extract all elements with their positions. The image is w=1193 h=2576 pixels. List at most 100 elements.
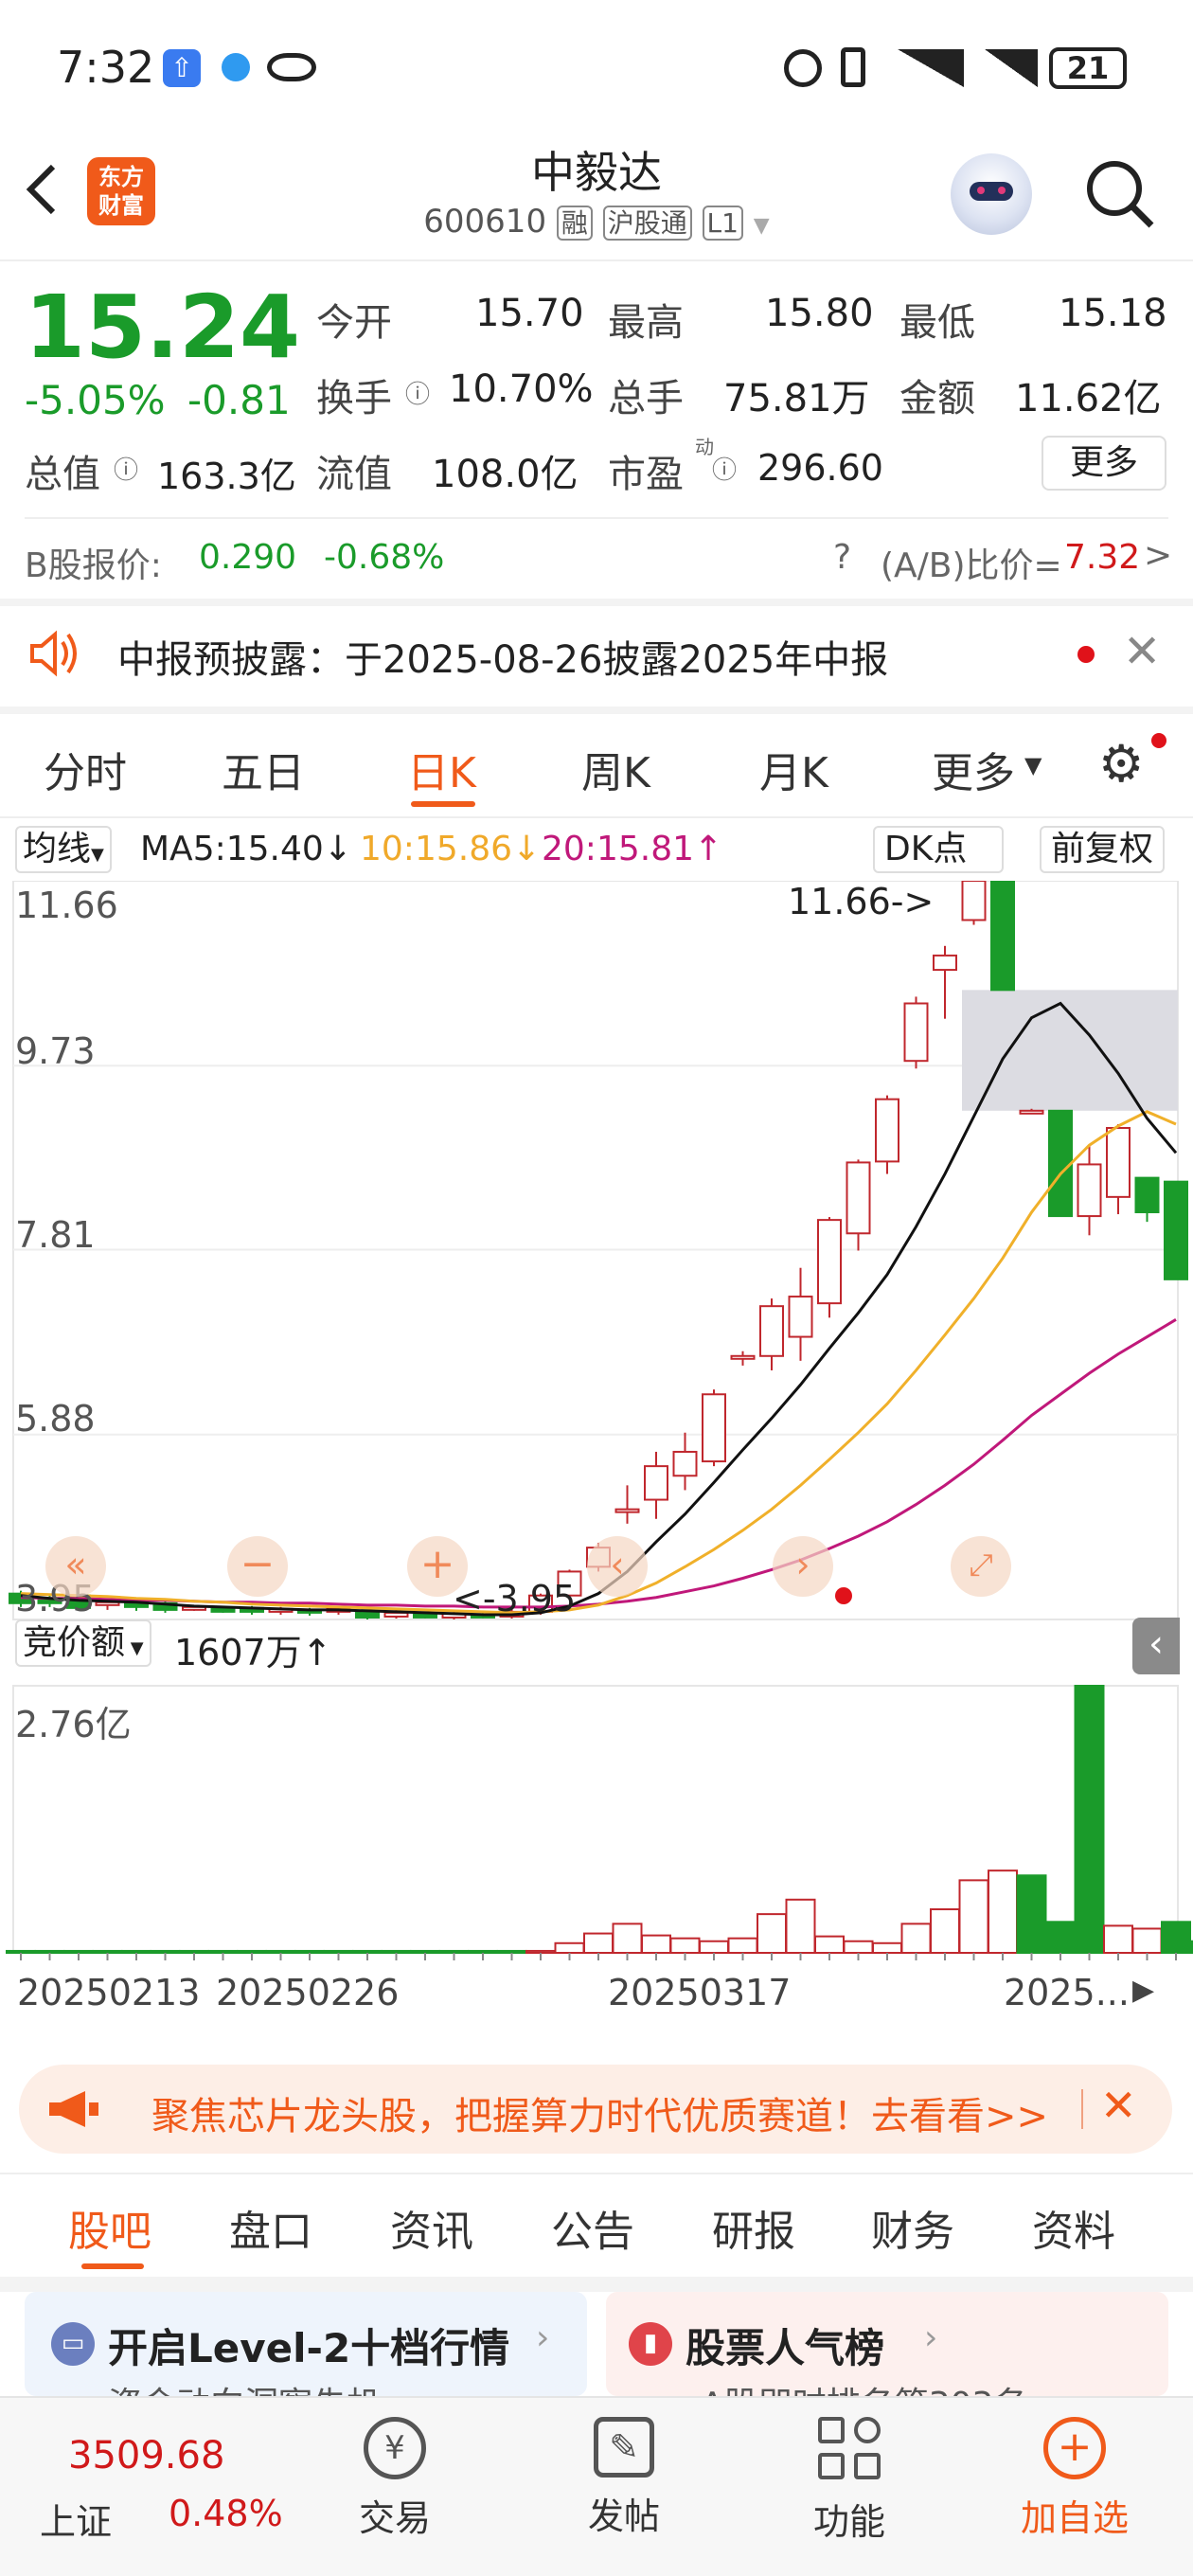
tab-forum[interactable]: 股吧	[68, 2197, 151, 2258]
candle-body	[1106, 1127, 1131, 1198]
candle-body	[413, 1613, 437, 1619]
scroll-right-button[interactable]: ›	[773, 1536, 833, 1597]
tab-intraday[interactable]: 分时	[44, 739, 127, 799]
scroll-left-fast-button[interactable]: «	[45, 1536, 106, 1597]
low-value: 15.18	[1059, 292, 1167, 335]
question-icon[interactable]: ?	[833, 538, 851, 577]
volume-bar	[496, 1949, 527, 1955]
robot-avatar-icon[interactable]	[951, 153, 1032, 235]
volume-bar	[958, 1879, 989, 1954]
candle-body	[759, 1305, 784, 1357]
info-icon[interactable]: ⓘ	[114, 451, 138, 486]
volume-bar	[843, 1940, 874, 1955]
signal-dot	[835, 1587, 852, 1604]
gear-icon[interactable]: ⚙	[1098, 739, 1144, 790]
info-icon[interactable]: ⓘ	[405, 375, 430, 410]
nav-trade[interactable]: ¥ 交易	[333, 2417, 456, 2568]
chevron-right-icon: ›	[536, 2318, 550, 2357]
candle-body	[990, 880, 1015, 992]
search-icon[interactable]	[1083, 157, 1155, 229]
volume-bar	[525, 1949, 556, 1955]
x-tick-label: 20250226	[216, 1972, 400, 2013]
tab-profile[interactable]: 资料	[1032, 2197, 1115, 2258]
tab-announcements[interactable]: 公告	[551, 2197, 634, 2258]
candle-body	[1134, 1176, 1160, 1214]
nav-functions[interactable]: 功能	[788, 2417, 911, 2568]
nav-functions-label: 功能	[812, 2501, 885, 2543]
bottom-nav: 3509.68 上证 0.48% ¥ 交易 ✎ 发帖 功能 + 加自选	[0, 2396, 1193, 2576]
volume-bar	[757, 1913, 787, 1955]
b-share-label: B股报价:	[25, 546, 162, 585]
candle-body	[1077, 1163, 1102, 1218]
volume-bar	[872, 1941, 902, 1954]
fullscreen-expand-button[interactable]: ⤢	[951, 1536, 1011, 1597]
candle-body	[846, 1161, 871, 1235]
level-badge: L1	[702, 206, 743, 241]
tab-monthly-k[interactable]: 月K	[759, 739, 828, 799]
popularity-card[interactable]: ▮ 股票人气榜 › A股即时排名第303名	[606, 2292, 1168, 2396]
volume-bar	[468, 1949, 498, 1955]
kline-chart[interactable]: 11.66 9.73 7.81 5.88 3.95 11.66-> <-3.95…	[0, 880, 1193, 2042]
volume-bar	[699, 1940, 729, 1955]
turnover-label: 换手	[316, 377, 392, 420]
close-icon[interactable]: ✕	[1123, 625, 1161, 678]
price-gap-band	[962, 990, 1178, 1111]
scroll-left-button[interactable]: ‹	[587, 1536, 648, 1597]
chart-next-icon[interactable]: ▶	[1132, 1974, 1154, 2007]
volume-bar	[34, 1949, 65, 1955]
adjust-mode-button[interactable]: 前复权	[1040, 826, 1166, 873]
indicator-select[interactable]: 均线▼	[15, 826, 112, 873]
dk-points-button[interactable]: DK点	[873, 826, 1004, 873]
x-tick-label: 20250317	[608, 1972, 792, 2013]
candle-body	[730, 1354, 756, 1360]
volume-indicator-select[interactable]: 竞价额 ▼	[15, 1619, 151, 1667]
tab-more[interactable]: 更多	[932, 739, 1015, 799]
index-ticker[interactable]: 3509.68 上证 0.48%	[0, 2398, 303, 2576]
more-button[interactable]: 更多	[1042, 436, 1166, 491]
chart-tabs: 分时 五日 日K 周K 月K 更多 ▼ ⚙	[0, 733, 1193, 799]
tab-financials[interactable]: 财务	[871, 2197, 954, 2258]
x-tick-label: 20250213	[17, 1972, 201, 2013]
ma10-line	[20, 1110, 1177, 1615]
tab-daily-k[interactable]: 日K	[407, 739, 476, 799]
nav-post-label: 发帖	[587, 2496, 660, 2537]
tab-weekly-k[interactable]: 周K	[581, 739, 650, 799]
nav-add-watchlist[interactable]: + 加自选	[1004, 2417, 1146, 2568]
y-tick-label: 5.88	[15, 1398, 96, 1440]
close-icon[interactable]: ✕	[1100, 2080, 1137, 2131]
promo-banner[interactable]: 聚焦芯片龙头股，把握算力时代优质赛道！去看看>> ✕	[19, 2065, 1172, 2154]
y-tick-label: 9.73	[15, 1030, 96, 1072]
notice-text: 中报预披露：于2025-08-26披露2025年中报	[117, 638, 889, 682]
volume-max-label: 2.76亿	[15, 1704, 132, 1745]
low-marker-label: <-3.95	[453, 1578, 577, 1619]
promo-text: 聚焦芯片龙头股，把握算力时代优质赛道！去看看>>	[151, 2095, 1049, 2138]
ma5-value: MA5:15.40↓	[140, 830, 352, 868]
market-cap-label: 总值	[25, 453, 100, 496]
indicator-select-label: 均线	[23, 830, 92, 868]
tab-orderbook[interactable]: 盘口	[229, 2197, 312, 2258]
nav-post[interactable]: ✎ 发帖	[562, 2417, 686, 2568]
tab-research[interactable]: 研报	[712, 2197, 795, 2258]
candle-body	[355, 1611, 380, 1619]
volume-bar	[237, 1949, 267, 1955]
zoom-in-button[interactable]: +	[407, 1536, 468, 1597]
level2-card[interactable]: ▭ 开启Level-2十档行情 › 资金动向洞察先机	[25, 2292, 587, 2396]
volume-bar	[438, 1949, 470, 1955]
volume-bar	[410, 1949, 440, 1955]
market-cap-value: 163.3亿	[157, 456, 296, 497]
collapse-panel-button[interactable]: ‹	[1132, 1618, 1180, 1674]
info-icon[interactable]: ⓘ	[712, 451, 737, 486]
index-pct: 0.48%	[169, 2493, 283, 2534]
volume-bar	[1103, 1924, 1133, 1955]
unread-dot	[1077, 646, 1095, 663]
volume-bar	[265, 1949, 296, 1955]
index-name: 上证	[40, 2501, 113, 2543]
caret-down-icon: ▼	[1024, 752, 1042, 778]
tab-news[interactable]: 资讯	[390, 2197, 473, 2258]
stock-code: 600610	[423, 203, 547, 241]
tab-five-day[interactable]: 五日	[222, 739, 305, 799]
zoom-out-button[interactable]: −	[227, 1536, 288, 1597]
volume-bar	[669, 1937, 701, 1955]
high-marker-label: 11.66->	[788, 881, 935, 922]
active-section-underline	[81, 2263, 144, 2269]
